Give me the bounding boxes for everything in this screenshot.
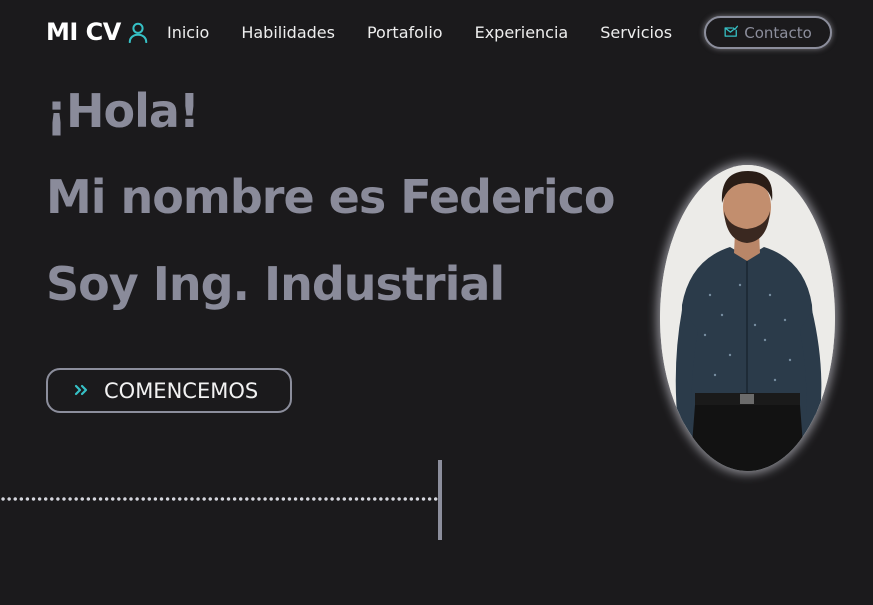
contact-button-label: Contacto <box>744 23 812 42</box>
hero-role-line: Soy Ing. Industrial <box>46 257 505 311</box>
hero-greeting: ¡Hola! <box>46 84 200 138</box>
mail-check-icon <box>724 24 739 42</box>
user-icon <box>127 21 149 43</box>
vertical-divider <box>438 460 442 540</box>
hero-name-line: Mi nombre es Federico <box>46 170 615 224</box>
brand-logo[interactable]: MI CV <box>46 18 149 46</box>
profile-photo <box>660 165 835 471</box>
comencemos-button-label: COMENCEMOS <box>104 378 259 403</box>
main-nav: Inicio Habilidades Portafolio Experienci… <box>167 23 704 42</box>
nav-item-experiencia[interactable]: Experiencia <box>475 23 569 42</box>
nav-item-servicios[interactable]: Servicios <box>600 23 672 42</box>
nav-item-inicio[interactable]: Inicio <box>167 23 209 42</box>
nav-item-portafolio[interactable]: Portafolio <box>367 23 443 42</box>
double-chevron-right-icon <box>74 381 88 400</box>
nav-item-habilidades[interactable]: Habilidades <box>241 23 335 42</box>
comencemos-button[interactable]: COMENCEMOS <box>46 368 292 413</box>
page: MI CV Inicio Habilidades Portafolio Expe… <box>0 0 873 605</box>
brand-title: MI CV <box>46 18 121 46</box>
contact-button[interactable]: Contacto <box>704 16 832 49</box>
dotted-divider <box>0 497 438 501</box>
